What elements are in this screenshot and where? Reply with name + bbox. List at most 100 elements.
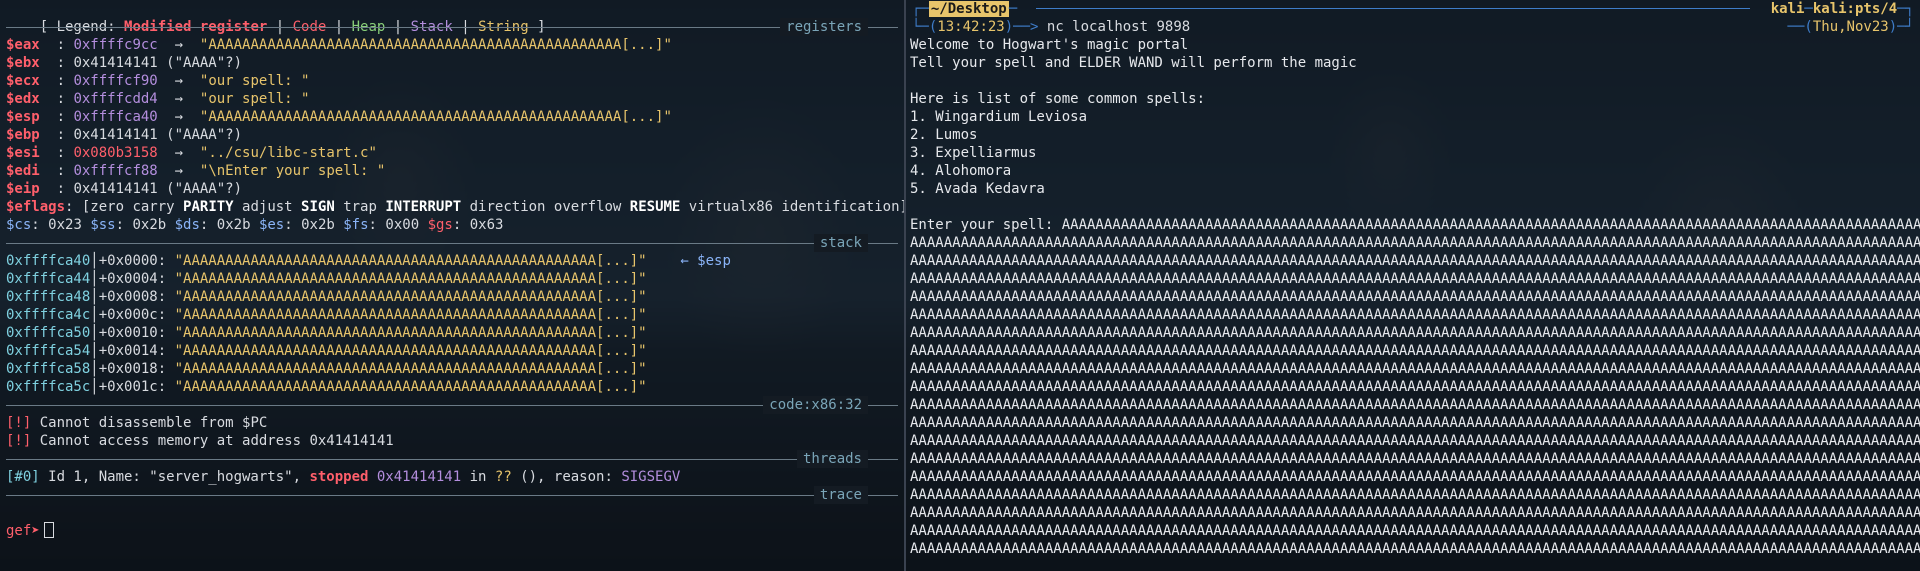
netcat-terminal-pane[interactable]: ┌─ ~/Desktop ─ └─(13:42:23)──> nc localhos… bbox=[904, 0, 1920, 571]
spell-overflow-line: AAAAAAAAAAAAAAAAAAAAAAAAAAAAAAAAAAAAAAAA… bbox=[910, 325, 1920, 341]
spell-overflow-line: AAAAAAAAAAAAAAAAAAAAAAAAAAAAAAAAAAAAAAAA… bbox=[910, 433, 1920, 449]
deref-arrow: → bbox=[157, 73, 200, 89]
prompt-date-line: ──(Thu,Nov23)─┘ bbox=[1787, 19, 1914, 35]
eflags-value: [zero carry PARITY adjust SIGN trap INTE… bbox=[82, 199, 904, 215]
prompt-path: ~/Desktop bbox=[928, 1, 1009, 17]
eflags-line: $eflags: [zero carry PARITY adjust SIGN … bbox=[0, 198, 904, 216]
register-colon: : bbox=[56, 145, 74, 161]
eflag-set: SIGN bbox=[301, 199, 335, 215]
prompt-time: 13:42:23 bbox=[937, 19, 1005, 35]
eflag-set: INTERRUPT bbox=[385, 199, 462, 215]
section-title: trace bbox=[813, 486, 868, 504]
register-name: $edx bbox=[6, 91, 57, 107]
register-name: $eip bbox=[6, 181, 57, 197]
code-error-line: [!] Cannot access memory at address 0x41… bbox=[0, 432, 904, 450]
stack-address: 0xffffca44 bbox=[6, 271, 91, 287]
spell-overflow-line: AAAAAAAAAAAAAAAAAAAAAAAAAAAAAAAAAAAAAAAA… bbox=[910, 487, 1920, 503]
stack-value: "AAAAAAAAAAAAAAAAAAAAAAAAAAAAAAAAAAAAAAA… bbox=[174, 343, 647, 359]
register-colon: : bbox=[56, 163, 74, 179]
error-tag: [!] bbox=[6, 433, 32, 449]
thread-reason-label: (), reason: bbox=[511, 469, 622, 485]
register-deref: ("AAAA"?) bbox=[157, 181, 243, 197]
stack-offset: +0x0014: bbox=[98, 343, 175, 359]
stack-value: "AAAAAAAAAAAAAAAAAAAAAAAAAAAAAAAAAAAAAAA… bbox=[174, 361, 647, 377]
threads-section-header: threads bbox=[0, 450, 904, 468]
segment-registers-line: $cs: 0x23 $ss: 0x2b $ds: 0x2b $es: 0x2b … bbox=[0, 216, 904, 234]
eflags-label: $eflags bbox=[6, 199, 66, 215]
eflag-clear: virtualx86 identification] bbox=[680, 199, 904, 215]
section-title: threads bbox=[796, 450, 868, 468]
stack-list: 0xffffca40│+0x0000: "AAAAAAAAAAAAAAAAAAA… bbox=[0, 252, 904, 396]
register-colon: : bbox=[56, 127, 74, 143]
register-value: 0xffffcf88 bbox=[73, 163, 158, 179]
register-value: 0xffffcf90 bbox=[73, 73, 158, 89]
register-colon: : bbox=[56, 73, 74, 89]
register-row: $esi : 0x080b3158 → "../csu/libc-start.c… bbox=[0, 144, 904, 162]
thread-tag: [#0] bbox=[6, 469, 40, 485]
prompt-command-line: └─(13:42:23)──> nc localhost 9898 bbox=[912, 19, 1191, 35]
stack-value: "AAAAAAAAAAAAAAAAAAAAAAAAAAAAAAAAAAAAAAA… bbox=[174, 253, 647, 269]
prompt-path-line: ┌─ ~/Desktop ─ bbox=[912, 1, 1018, 17]
spell-overflow-line: AAAAAAAAAAAAAAAAAAAAAAAAAAAAAAAAAAAAAAAA… bbox=[910, 397, 1920, 413]
spell-overflow-line: AAAAAAAAAAAAAAAAAAAAAAAAAAAAAAAAAAAAAAAA… bbox=[910, 523, 1920, 539]
spell-overflow-line: AAAAAAAAAAAAAAAAAAAAAAAAAAAAAAAAAAAAAAAA… bbox=[910, 541, 1920, 557]
register-value: 0x41414141 bbox=[73, 181, 158, 197]
registers-section-header: registers bbox=[0, 18, 904, 36]
stack-divider: │ bbox=[90, 253, 99, 269]
register-colon: : bbox=[56, 91, 74, 107]
eflag-clear: trap bbox=[334, 199, 386, 215]
stack-offset: +0x0008: bbox=[98, 289, 175, 305]
register-row: $ecx : 0xffffcf90 → "our spell: " bbox=[0, 72, 904, 90]
register-name: $ebp bbox=[6, 127, 57, 143]
stack-offset: +0x001c: bbox=[98, 379, 175, 395]
segment-register-value: : 0x2b bbox=[115, 217, 175, 233]
terminal-output: Welcome to Hogwart's magic portal Tell yo… bbox=[906, 36, 1920, 216]
stack-row: 0xffffca4c│+0x000c: "AAAAAAAAAAAAAAAAAAA… bbox=[0, 306, 904, 324]
output-line: 3. Expelliarmus bbox=[910, 145, 1037, 161]
spell-overflow-line: AAAAAAAAAAAAAAAAAAAAAAAAAAAAAAAAAAAAAAAA… bbox=[910, 505, 1920, 521]
gef-debugger-pane[interactable]: [ Legend: Modified register | Code | Hea… bbox=[0, 0, 904, 571]
output-line: Here is list of some common spells: bbox=[910, 91, 1206, 107]
stack-address: 0xffffca5c bbox=[6, 379, 91, 395]
code-error-line: [!] Cannot disassemble from $PC bbox=[0, 414, 904, 432]
prompt-user-line: kali─kali:pts/4─┐ bbox=[1770, 1, 1914, 17]
register-name: $ecx bbox=[6, 73, 57, 89]
stack-row: 0xffffca40│+0x0000: "AAAAAAAAAAAAAAAAAAA… bbox=[0, 252, 904, 270]
output-line: 4. Alohomora bbox=[910, 163, 1012, 179]
prompt-user: kali bbox=[1770, 1, 1805, 17]
thread-in: in bbox=[461, 469, 495, 485]
thread-address: 0x41414141 bbox=[368, 469, 462, 485]
stack-address: 0xffffca40 bbox=[6, 253, 91, 269]
error-tag: [!] bbox=[6, 415, 32, 431]
prompt-command: nc localhost 9898 bbox=[1046, 19, 1191, 35]
register-row: $esp : 0xffffca40 → "AAAAAAAAAAAAAAAAAAA… bbox=[0, 108, 904, 126]
stack-divider: │ bbox=[90, 343, 99, 359]
stack-divider: │ bbox=[90, 361, 99, 377]
register-value: 0x080b3158 bbox=[73, 145, 158, 161]
register-deref: "our spell: " bbox=[199, 91, 310, 107]
output-line: 1. Wingardium Leviosa bbox=[910, 109, 1088, 125]
stack-value: "AAAAAAAAAAAAAAAAAAAAAAAAAAAAAAAAAAAAAAA… bbox=[174, 289, 647, 305]
spell-overflow-line: AAAAAAAAAAAAAAAAAAAAAAAAAAAAAAAAAAAAAAAA… bbox=[910, 235, 1920, 251]
segment-register-name: $es bbox=[258, 217, 285, 233]
eflag-set: RESUME bbox=[629, 199, 681, 215]
register-value: 0xffffca40 bbox=[73, 109, 158, 125]
esp-marker: ← $esp bbox=[646, 253, 731, 269]
terminal-cursor[interactable] bbox=[43, 522, 54, 538]
prompt-date: Thu,Nov23 bbox=[1812, 19, 1889, 35]
register-deref: "\nEnter your spell: " bbox=[199, 163, 386, 179]
output-line: 2. Lumos bbox=[910, 127, 978, 143]
register-name: $esi bbox=[6, 145, 57, 161]
register-colon: : bbox=[56, 55, 74, 71]
gef-prompt-line[interactable]: gef➤ bbox=[0, 522, 904, 540]
deref-arrow: → bbox=[157, 163, 200, 179]
eflag-clear: adjust bbox=[233, 199, 302, 215]
output-line: Tell your spell and ELDER WAND will perf… bbox=[910, 55, 1357, 71]
register-row: $edi : 0xffffcf88 → "\nEnter your spell:… bbox=[0, 162, 904, 180]
section-title: stack bbox=[813, 234, 868, 252]
register-value: 0x41414141 bbox=[73, 55, 158, 71]
register-deref: "our spell: " bbox=[199, 73, 310, 89]
spell-overflow-line: AAAAAAAAAAAAAAAAAAAAAAAAAAAAAAAAAAAAAAAA… bbox=[910, 469, 1920, 485]
output-line: 5. Avada Kedavra bbox=[910, 181, 1045, 197]
stack-offset: +0x0000: bbox=[98, 253, 175, 269]
